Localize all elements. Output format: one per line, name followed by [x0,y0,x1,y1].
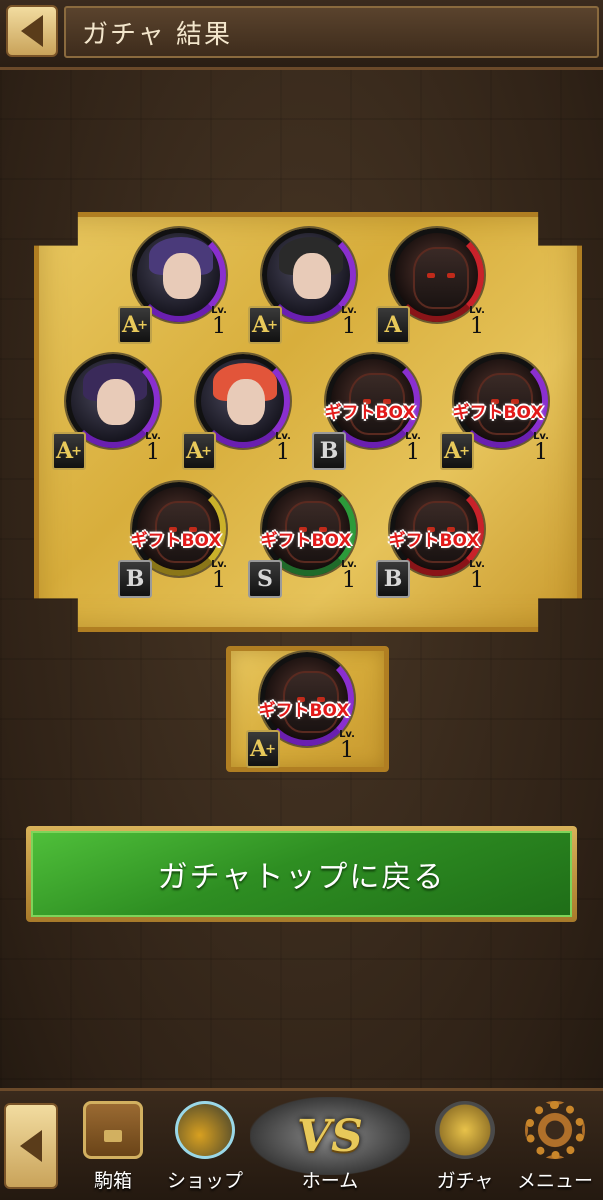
shop-icon [175,1101,235,1159]
nav-label: メニュー [516,1170,593,1192]
level-indicator: Lv. 1 [341,559,357,593]
gift-box-label: ギフトBOX [452,403,544,423]
result-unit[interactable]: A + Lv. 1 [118,228,230,346]
rank-badge: A [376,306,410,344]
nav-item-gacha[interactable]: ガチャ [420,1097,510,1199]
chevron-left-icon [21,15,43,47]
header: ガチャ 結果 [0,0,603,70]
result-unit[interactable]: A + Lv. 1 [52,354,164,472]
level-indicator: Lv. 1 [469,305,485,339]
gacha-coins-icon [435,1101,495,1159]
level-indicator: Lv. 1 [341,305,357,339]
level-indicator: Lv. 1 [211,305,227,339]
gift-box-label: ギフトBOX [258,701,350,721]
rank-badge: A + [52,432,86,470]
back-button[interactable] [6,5,58,57]
rank-badge: A + [182,432,216,470]
level-indicator: Lv. 1 [405,431,421,465]
level-indicator: Lv. 1 [211,559,227,593]
rank-badge: A + [246,730,280,768]
gift-box-label: ギフトBOX [260,531,352,551]
gift-box-label: ギフトBOX [388,531,480,551]
rank-badge: S [248,560,282,598]
level-indicator: Lv. 1 [145,431,161,465]
level-indicator: Lv. 1 [469,559,485,593]
rank-badge: B [312,432,346,470]
result-unit[interactable]: S Lv. 1 ギフトBOX [248,482,360,600]
rank-badge: B [376,560,410,598]
nav-item-koma-box[interactable]: 駒箱 [68,1097,158,1199]
result-unit[interactable]: A Lv. 1 [376,228,488,346]
result-unit[interactable]: A + Lv. 1 [248,228,360,346]
nav-label: ホーム [301,1170,359,1192]
return-to-gacha-top-button[interactable]: ガチャトップに戻る [26,826,577,922]
gift-box-label: ギフトBOX [324,403,416,423]
return-button-label: ガチャトップに戻る [31,831,572,917]
level-indicator: Lv. 1 [533,431,549,465]
level-indicator: Lv. 1 [339,729,355,763]
nav-label: ガチャ [436,1170,494,1192]
nav-back-button[interactable] [4,1103,58,1189]
chest-icon [83,1101,143,1159]
chevron-left-icon [20,1130,42,1162]
nav-item-home[interactable]: VS ホーム [250,1097,410,1199]
result-unit[interactable]: A + Lv. 1 [182,354,294,472]
nav-label: 駒箱 [93,1170,132,1192]
bottom-nav: 駒箱 ショップ VS ホーム ガチャ メニュー [0,1088,603,1200]
result-unit[interactable]: B Lv. 1 ギフトBOX [312,354,424,472]
result-unit[interactable]: B Lv. 1 ギフトBOX [376,482,488,600]
result-unit[interactable]: B Lv. 1 ギフトBOX [118,482,230,600]
rank-badge: B [118,560,152,598]
level-indicator: Lv. 1 [275,431,291,465]
rank-badge: A + [248,306,282,344]
rank-badge: A + [440,432,474,470]
vs-icon: VS [250,1097,410,1175]
rank-badge: A + [118,306,152,344]
page-title: ガチャ 結果 [64,6,599,58]
result-unit[interactable]: A + Lv. 1 ギフトBOX [440,354,552,472]
gear-icon [525,1101,585,1159]
result-unit[interactable]: A + Lv. 1 ギフトBOX [246,652,358,770]
gift-box-label: ギフトBOX [130,531,222,551]
nav-item-menu[interactable]: メニュー [510,1097,600,1199]
nav-label: ショップ [166,1170,243,1192]
nav-item-shop[interactable]: ショップ [160,1097,250,1199]
